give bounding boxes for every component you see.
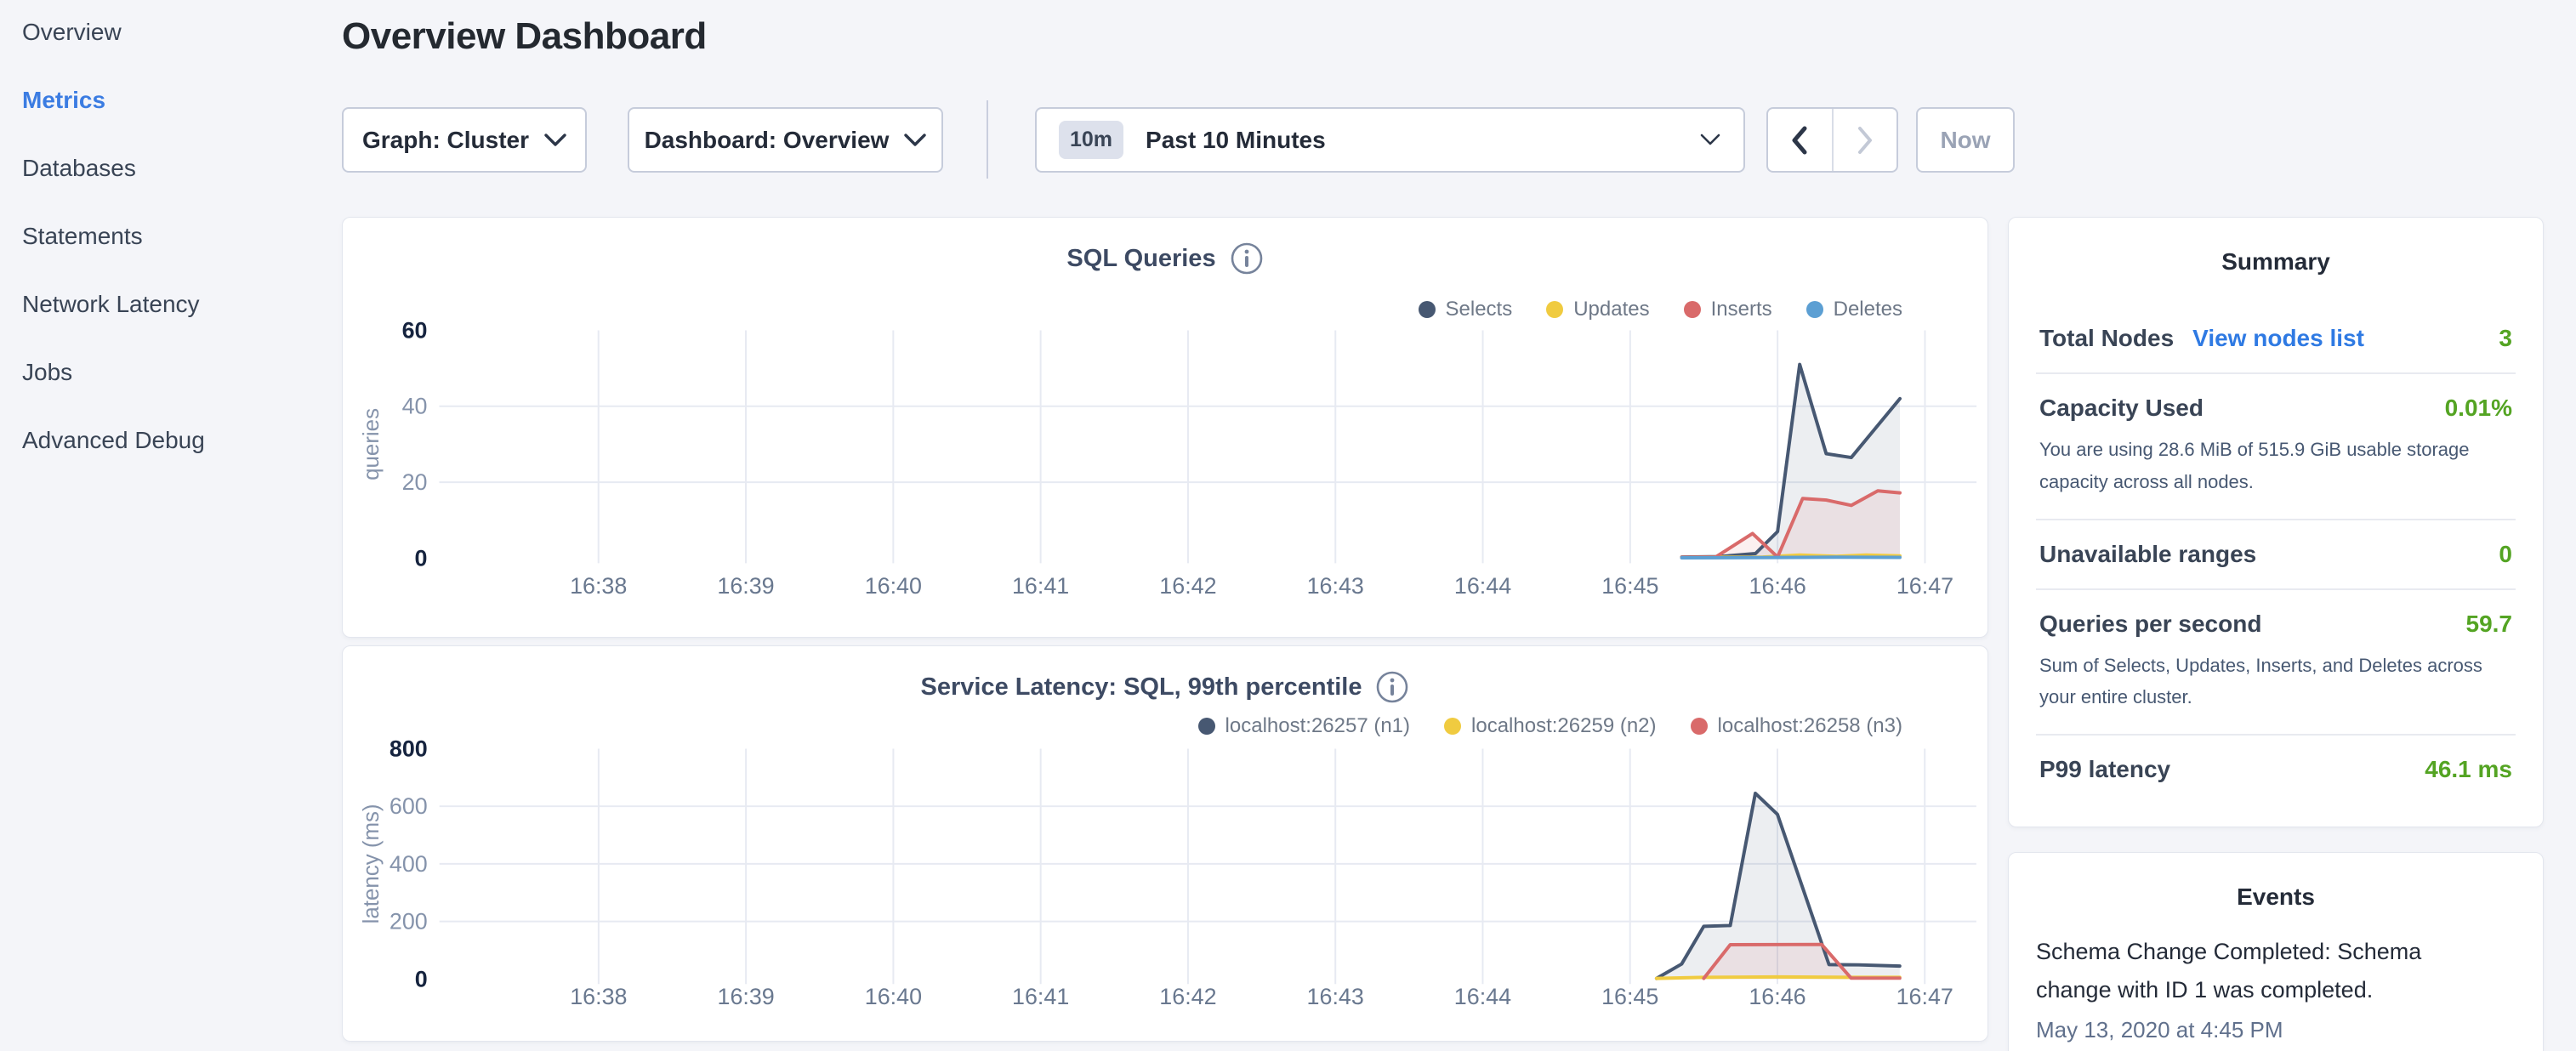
svg-text:16:44: 16:44 — [1454, 573, 1511, 599]
time-next-button[interactable] — [1834, 109, 1897, 171]
summary-title: Summary — [2036, 218, 2516, 276]
summary-row-top: Capacity Used 0.01% — [2039, 395, 2512, 422]
summary-row-label: Total Nodes — [2039, 325, 2174, 352]
sql-queries-plot: 16:38 16:39 16:40 16:41 16:42 16:43 16:44 16:45… — [343, 218, 1987, 637]
summary-row-top: Queries per second 59.7 — [2039, 611, 2512, 638]
svg-text:16:43: 16:43 — [1307, 984, 1364, 1009]
svg-text:800: 800 — [390, 736, 428, 761]
time-range-label: Past 10 Minutes — [1146, 127, 1326, 154]
svg-text:16:43: 16:43 — [1307, 573, 1364, 599]
service-latency-plot: 16:38 16:39 16:40 16:41 16:42 16:43 16:44 16:45… — [343, 646, 1987, 1041]
svg-text:16:44: 16:44 — [1454, 984, 1511, 1009]
summary-row-label: Unavailable ranges — [2039, 541, 2256, 568]
svg-text:0: 0 — [415, 545, 428, 571]
svg-text:16:45: 16:45 — [1601, 573, 1658, 599]
summary-row-value: 0.01% — [2445, 395, 2512, 422]
page-title: Overview Dashboard — [342, 15, 707, 58]
svg-text:16:39: 16:39 — [717, 573, 774, 599]
svg-text:20: 20 — [402, 469, 428, 495]
sidebar: Overview Metrics Databases Statements Networ… — [0, 0, 323, 1051]
time-prev-button[interactable] — [1768, 109, 1834, 171]
time-range-badge: 10m — [1059, 121, 1123, 159]
svg-text:16:46: 16:46 — [1749, 573, 1806, 599]
summary-row: Queries per second 59.7 Sum of Selects, Up… — [2036, 590, 2516, 736]
summary-row-top: Total Nodes View nodes list 3 — [2039, 325, 2512, 352]
summary-row-label: P99 latency — [2039, 756, 2170, 783]
svg-text:40: 40 — [402, 394, 428, 419]
sidebar-item-metrics[interactable]: Metrics — [22, 87, 105, 114]
chevron-down-icon — [544, 134, 566, 146]
svg-text:16:39: 16:39 — [718, 984, 775, 1009]
svg-text:16:42: 16:42 — [1159, 984, 1216, 1009]
chevron-right-icon — [1857, 126, 1874, 155]
sql-queries-chart-card: SQL Queries SelectsUpdatesInsertsDeletes… — [342, 217, 1988, 638]
graph-dropdown[interactable]: Graph: Cluster — [342, 107, 587, 173]
svg-text:0: 0 — [415, 966, 428, 991]
app-root: Overview Metrics Databases Statements Networ… — [0, 0, 2576, 1051]
svg-text:queries: queries — [360, 408, 384, 480]
events-list: Schema Change Completed: Schema change w… — [2036, 933, 2516, 1043]
summary-panel: Summary Total Nodes View nodes list 3 Capac… — [2008, 217, 2544, 827]
now-button[interactable]: Now — [1916, 107, 2015, 173]
dashboard-dropdown[interactable]: Dashboard: Overview — [628, 107, 943, 173]
svg-text:400: 400 — [390, 851, 428, 877]
dashboard-dropdown-label: Dashboard: Overview — [645, 127, 890, 154]
svg-text:16:41: 16:41 — [1012, 573, 1069, 599]
sidebar-item-statements[interactable]: Statements — [22, 223, 143, 250]
events-panel: Events Schema Change Completed: Schema c… — [2008, 852, 2544, 1051]
service-latency-chart-card: Service Latency: SQL, 99th percentile lo… — [342, 645, 1988, 1042]
svg-text:200: 200 — [390, 909, 428, 935]
summary-row-value: 3 — [2499, 325, 2512, 352]
sidebar-item-advanced-debug[interactable]: Advanced Debug — [22, 427, 205, 454]
svg-text:16:41: 16:41 — [1012, 984, 1069, 1009]
summary-row-value: 59.7 — [2466, 611, 2513, 638]
svg-text:16:38: 16:38 — [570, 573, 627, 599]
svg-text:16:42: 16:42 — [1159, 573, 1216, 599]
svg-text:latency (ms): latency (ms) — [360, 804, 384, 923]
summary-row: Capacity Used 0.01% You are using 28.6 MiB… — [2036, 374, 2516, 520]
svg-text:16:47: 16:47 — [1896, 984, 1953, 1009]
chevron-left-icon — [1791, 126, 1808, 155]
summary-row-top: P99 latency 46.1 ms — [2039, 756, 2512, 783]
summary-row-label: Queries per second — [2039, 611, 2261, 638]
summary-row-label: Capacity Used — [2039, 395, 2204, 422]
svg-text:16:46: 16:46 — [1749, 984, 1805, 1009]
summary-row-top: Unavailable ranges 0 — [2039, 541, 2512, 568]
event-timestamp: May 13, 2020 at 4:45 PM — [2036, 1017, 2516, 1043]
svg-text:16:47: 16:47 — [1896, 573, 1953, 599]
event-item: Schema Change Completed: Schema change w… — [2036, 933, 2516, 1043]
svg-text:16:38: 16:38 — [570, 984, 627, 1009]
svg-text:60: 60 — [402, 317, 428, 343]
summary-row-description: You are using 28.6 MiB of 515.9 GiB usab… — [2039, 434, 2512, 498]
summary-row-description: Sum of Selects, Updates, Inserts, and De… — [2039, 650, 2512, 714]
graph-dropdown-label: Graph: Cluster — [362, 127, 529, 154]
sidebar-item-network-latency[interactable]: Network Latency — [22, 291, 200, 318]
event-text: Schema Change Completed: Schema change w… — [2036, 933, 2453, 1008]
svg-text:600: 600 — [390, 793, 428, 819]
time-navigation — [1766, 107, 1898, 173]
time-range-dropdown[interactable]: 10m Past 10 Minutes — [1035, 107, 1745, 173]
summary-row-value: 46.1 ms — [2425, 756, 2512, 783]
events-title: Events — [2036, 853, 2516, 911]
controls-divider — [987, 100, 988, 179]
summary-row-value: 0 — [2499, 541, 2512, 568]
summary-row: Unavailable ranges 0 — [2036, 520, 2516, 590]
svg-text:16:45: 16:45 — [1601, 984, 1658, 1009]
summary-row: P99 latency 46.1 ms — [2036, 736, 2516, 804]
sidebar-item-overview[interactable]: Overview — [22, 19, 122, 46]
sidebar-item-jobs[interactable]: Jobs — [22, 359, 72, 386]
svg-text:16:40: 16:40 — [865, 984, 922, 1009]
view-nodes-link[interactable]: View nodes list — [2192, 325, 2364, 352]
chevron-down-icon — [1699, 134, 1721, 146]
sidebar-item-databases[interactable]: Databases — [22, 155, 136, 182]
svg-text:16:40: 16:40 — [865, 573, 922, 599]
chevron-down-icon — [904, 134, 926, 146]
summary-row: Total Nodes View nodes list 3 — [2036, 304, 2516, 374]
summary-rows: Total Nodes View nodes list 3 Capacity Used… — [2036, 304, 2516, 804]
